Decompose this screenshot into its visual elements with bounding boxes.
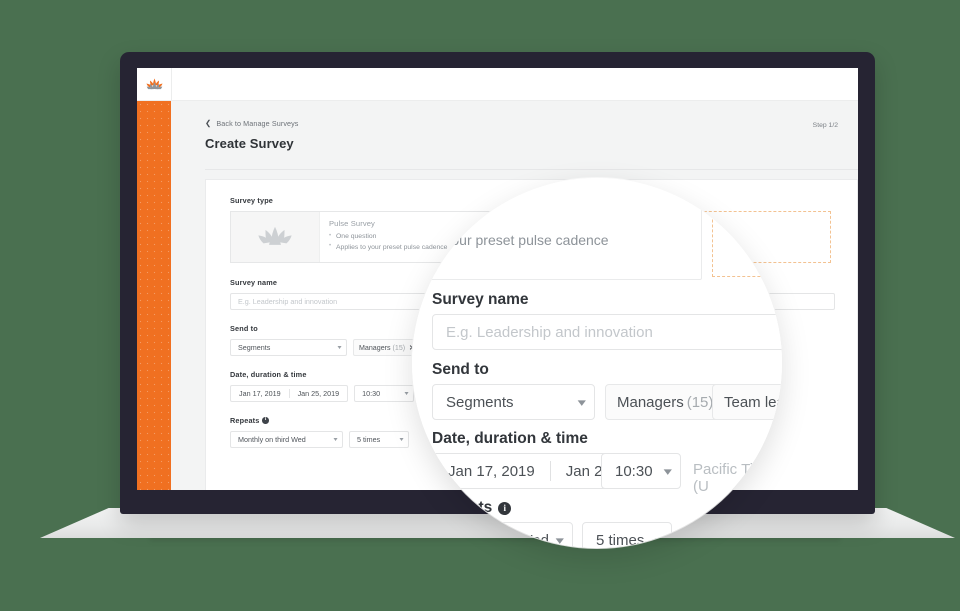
mag-send-to-label: Send to bbox=[432, 361, 489, 378]
send-to-select[interactable]: Segments ▾ bbox=[230, 339, 347, 356]
header-divider bbox=[205, 169, 858, 170]
start-date-field[interactable]: Jan 17, 2019 bbox=[231, 386, 289, 401]
tag-count: (15) bbox=[392, 343, 406, 352]
mag-time-value: 10:30 bbox=[615, 462, 653, 480]
tag-name: Team leads bbox=[724, 393, 782, 411]
mag-recipient-tag-teamleads[interactable]: Team leads ( bbox=[712, 384, 782, 420]
chevron-down-icon: ▾ bbox=[399, 437, 404, 443]
back-link-label: Back to Manage Surveys bbox=[216, 119, 299, 128]
repeats-label-text: Repeats bbox=[230, 416, 260, 425]
lotus-icon bbox=[258, 226, 292, 245]
repeat-count-select[interactable]: 5 times ▾ bbox=[349, 431, 409, 448]
repeat-frequency-select[interactable]: Monthly on third Wed ▾ bbox=[230, 431, 343, 448]
mag-repeat-frequency-select[interactable]: onthly on third Wed ▾ bbox=[412, 522, 573, 548]
date-range-group[interactable]: Jan 17, 2019 Jan 25, 2019 bbox=[230, 385, 349, 402]
mag-survey-type-title: Pulse Survey bbox=[412, 183, 457, 200]
back-to-manage-surveys-link[interactable]: ❮ Back to Manage Surveys bbox=[205, 119, 858, 128]
send-to-select-value: Segments bbox=[238, 343, 271, 352]
mag-survey-name-input[interactable]: E.g. Leadership and innovation bbox=[432, 314, 782, 350]
chevron-left-icon: ❮ bbox=[205, 118, 212, 128]
mag-send-to-value: Segments bbox=[446, 393, 514, 411]
tag-name: Managers bbox=[359, 343, 391, 352]
magnifier-lens: Pulse Survey One question Applies to you… bbox=[412, 178, 782, 548]
chevron-down-icon: ▾ bbox=[333, 437, 338, 443]
app-logo[interactable] bbox=[137, 68, 172, 100]
mag-repeat-count-select[interactable]: 5 times ▾ bbox=[582, 522, 672, 548]
repeat-count-value: 5 times bbox=[357, 435, 381, 444]
mag-repeat-count-value: 5 times bbox=[596, 531, 645, 549]
mag-date-time-label: Date, duration & time bbox=[432, 430, 588, 447]
check-icon: ✓ bbox=[769, 495, 777, 506]
lotus-logo-icon bbox=[146, 78, 162, 89]
mag-survey-name-label: Survey name bbox=[432, 291, 529, 308]
step-indicator: Step 1/2 bbox=[812, 122, 838, 129]
info-icon[interactable]: i bbox=[262, 417, 269, 424]
time-value: 10:30 bbox=[362, 389, 381, 398]
mag-survey-type-card: Pulse Survey One question Applies to you… bbox=[412, 178, 702, 280]
mag-survey-type-body: Pulse Survey One question Applies to you… bbox=[412, 183, 609, 248]
chevron-down-icon: ▾ bbox=[404, 391, 409, 397]
mag-repeats-label-text: Repeats bbox=[432, 499, 493, 516]
end-date-field[interactable]: Jan 25, 2019 bbox=[290, 386, 348, 401]
tag-count: (15) bbox=[686, 393, 714, 411]
mag-repeats-label: Repeats i bbox=[432, 499, 512, 517]
chevron-down-icon: ▾ bbox=[337, 345, 342, 351]
mag-survey-type-card-secondary bbox=[712, 178, 782, 277]
chevron-down-icon: ▾ bbox=[556, 534, 565, 547]
tag-name: Managers bbox=[617, 393, 684, 411]
survey-type-icon-wrap bbox=[231, 212, 320, 262]
sidebar-nav bbox=[137, 101, 171, 490]
recipient-tag-managers[interactable]: Managers (15) ✕ bbox=[353, 339, 422, 356]
app-topbar bbox=[137, 68, 858, 101]
mag-repeat-frequency-value: onthly on third Wed bbox=[420, 531, 549, 549]
chevron-down-icon: ▾ bbox=[578, 396, 587, 409]
chevron-down-icon: ▾ bbox=[655, 534, 664, 547]
time-select[interactable]: 10:30 ▾ bbox=[354, 385, 415, 402]
page-title: Create Survey bbox=[205, 136, 294, 151]
mag-send-to-select[interactable]: Segments ▾ bbox=[432, 384, 595, 420]
info-icon[interactable]: i bbox=[498, 501, 512, 515]
repeat-frequency-value: Monthly on third Wed bbox=[238, 435, 306, 444]
mag-time-select[interactable]: 10:30 ▾ bbox=[601, 453, 681, 489]
mag-start-date-field[interactable]: Jan 17, 2019 bbox=[433, 454, 550, 488]
mag-survey-type-bullet: One question bbox=[412, 209, 609, 225]
page-header: ❮ Back to Manage Surveys Create Survey bbox=[171, 101, 858, 151]
mag-survey-type-bullet: Applies to your preset pulse cadence bbox=[412, 232, 609, 248]
mag-submit-button[interactable]: ✓ bbox=[756, 488, 782, 514]
screenshot-stage: ❮ Back to Manage Surveys Create Survey S… bbox=[0, 0, 960, 611]
chevron-down-icon: ▾ bbox=[664, 465, 673, 478]
